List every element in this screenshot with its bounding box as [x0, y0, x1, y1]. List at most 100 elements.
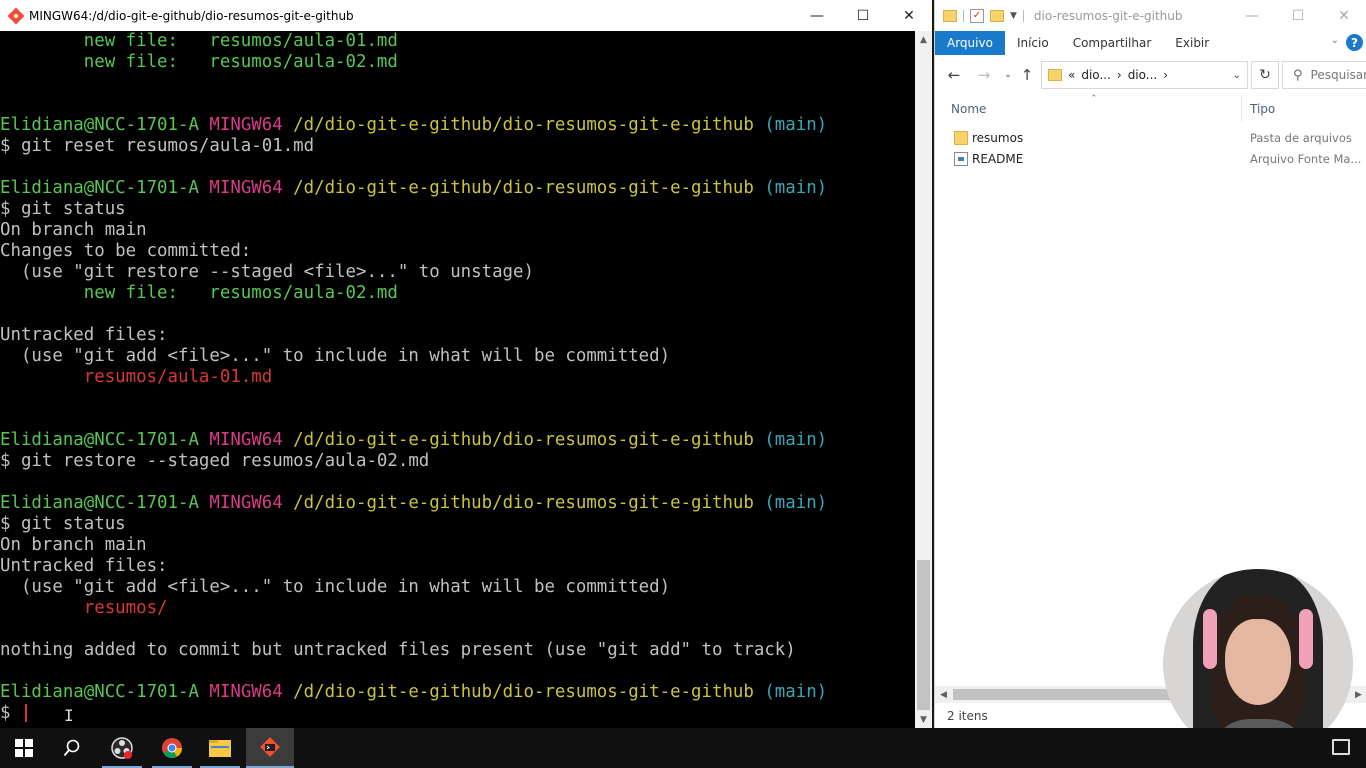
- terminal-text: Untracked files:: [0, 556, 168, 576]
- refresh-icon[interactable]: ↻: [1251, 61, 1279, 89]
- scroll-up-icon[interactable]: ▲: [915, 31, 932, 48]
- terminal-window[interactable]: MINGW64:/d/dio-git-e-github/dio-resumos-…: [0, 0, 932, 728]
- terminal-output[interactable]: new file: resumos/aula-01.md new file: r…: [0, 31, 915, 728]
- explorer-title-bar[interactable]: ✓ ▼ dio-resumos-git-e-github — ☐ ✕: [935, 0, 1366, 31]
- terminal-scrollbar[interactable]: ▲ ▼: [915, 31, 932, 728]
- forward-icon[interactable]: →: [973, 64, 995, 86]
- tab-exibir[interactable]: Exibir: [1163, 31, 1221, 55]
- horizontal-scroll-thumb[interactable]: [953, 689, 1193, 700]
- terminal-line: $ git status: [0, 199, 915, 220]
- terminal-line: resumos/aula-01.md: [0, 367, 915, 388]
- terminal-line: Changes to be committed:: [0, 241, 915, 262]
- terminal-text: $ git status: [0, 514, 126, 534]
- back-icon[interactable]: ←: [943, 64, 965, 86]
- folder-icon: [954, 131, 968, 145]
- column-header-type[interactable]: Tipo: [1250, 102, 1275, 116]
- item-type: Arquivo Fonte Ma...: [1250, 152, 1362, 166]
- taskbar-git-bash[interactable]: [246, 728, 294, 768]
- terminal-text: MINGW64: [209, 178, 294, 198]
- close-button[interactable]: ✕: [1321, 0, 1366, 31]
- notifications-icon[interactable]: [1332, 739, 1350, 755]
- minimize-button[interactable]: —: [794, 0, 840, 31]
- scroll-down-icon[interactable]: ▼: [915, 711, 932, 728]
- start-button[interactable]: [0, 728, 48, 768]
- file-list: resumos Pasta de arquivos README Arquivo…: [935, 128, 1366, 170]
- taskbar-file-explorer[interactable]: [196, 728, 244, 768]
- scroll-left-icon[interactable]: ◀: [935, 686, 952, 703]
- terminal-text: resumos/: [0, 598, 168, 618]
- properties-icon[interactable]: ✓: [970, 8, 984, 23]
- terminal-text: (use "git add <file>..." to include in w…: [0, 346, 671, 366]
- start-icon: [15, 739, 33, 757]
- list-item[interactable]: resumos Pasta de arquivos: [935, 128, 1366, 149]
- git-bash-icon: [8, 7, 24, 24]
- file-explorer-icon: [209, 740, 231, 757]
- expand-ribbon-icon[interactable]: ⌄: [1331, 35, 1339, 46]
- terminal-line: Elidiana@NCC-1701-A MINGW64 /d/dio-git-e…: [0, 178, 915, 199]
- tab-compartilhar[interactable]: Compartilhar: [1061, 31, 1164, 55]
- terminal-text: /d/dio-git-e-github/dio-resumos-git-e-gi…: [293, 178, 765, 198]
- terminal-text: MINGW64: [209, 493, 294, 513]
- tab-inicio[interactable]: Início: [1005, 31, 1061, 55]
- toolbar-divider: [1022, 9, 1024, 22]
- text-cursor-icon: I: [64, 706, 74, 725]
- terminal-text: On branch main: [0, 220, 147, 240]
- terminal-title-bar[interactable]: MINGW64:/d/dio-git-e-github/dio-resumos-…: [0, 0, 932, 31]
- taskbar-obs[interactable]: [98, 728, 146, 768]
- breadcrumb-item[interactable]: dio...: [1128, 68, 1158, 82]
- terminal-line: $ git reset resumos/aula-01.md: [0, 136, 915, 157]
- terminal-line: Elidiana@NCC-1701-A MINGW64 /d/dio-git-e…: [0, 682, 915, 703]
- taskbar-chrome[interactable]: [148, 728, 196, 768]
- customize-toolbar-icon[interactable]: ▼: [1010, 11, 1017, 21]
- maximize-button[interactable]: ☐: [840, 0, 886, 31]
- item-type: Pasta de arquivos: [1250, 131, 1352, 145]
- search-input[interactable]: ⚲ Pesquisar: [1282, 61, 1366, 89]
- folder-icon: [1048, 69, 1062, 81]
- item-name: resumos: [972, 131, 1024, 145]
- tab-arquivo[interactable]: Arquivo: [935, 31, 1005, 55]
- address-dropdown-icon[interactable]: ⌄: [1233, 70, 1241, 81]
- minimize-button[interactable]: —: [1229, 0, 1275, 31]
- close-button[interactable]: ✕: [886, 0, 932, 31]
- up-icon[interactable]: ↑: [1016, 64, 1038, 86]
- breadcrumb-separator-icon[interactable]: ›: [1117, 68, 1122, 82]
- terminal-text: (main): [764, 430, 828, 450]
- scroll-right-icon[interactable]: ▶: [1350, 686, 1366, 703]
- ribbon-tabs: Arquivo Início Compartilhar Exibir ⌄ ?: [935, 31, 1366, 55]
- terminal-line: (use "git add <file>..." to include in w…: [0, 346, 915, 367]
- breadcrumb-item[interactable]: dio...: [1081, 68, 1111, 82]
- search-icon: ⚲: [1293, 67, 1303, 83]
- terminal-text: Changes to be committed:: [0, 241, 252, 261]
- address-bar[interactable]: « dio... › dio... › ⌄: [1041, 61, 1248, 89]
- terminal-text: /d/dio-git-e-github/dio-resumos-git-e-gi…: [293, 115, 765, 135]
- item-count: 2 itens: [947, 709, 988, 723]
- search-icon: [63, 739, 80, 757]
- terminal-line: On branch main: [0, 535, 915, 556]
- maximize-button[interactable]: ☐: [1275, 0, 1321, 31]
- markdown-file-icon: [954, 152, 968, 166]
- help-icon[interactable]: ?: [1346, 34, 1363, 51]
- new-folder-icon[interactable]: [990, 9, 1004, 22]
- terminal-line: $ git status: [0, 514, 915, 535]
- quick-access-toolbar: ✓ ▼: [943, 8, 1030, 23]
- terminal-text: MINGW64: [209, 430, 294, 450]
- column-divider[interactable]: [1241, 96, 1242, 122]
- list-item[interactable]: README Arquivo Fonte Ma...: [935, 149, 1366, 170]
- search-button[interactable]: [48, 728, 96, 768]
- terminal-text: Elidiana@NCC-1701-A: [0, 430, 210, 450]
- terminal-text: $ git reset resumos/aula-01.md: [0, 136, 315, 156]
- address-overflow[interactable]: «: [1068, 68, 1075, 82]
- terminal-line: new file: resumos/aula-02.md: [0, 283, 915, 304]
- breadcrumb-separator-icon[interactable]: ›: [1163, 68, 1168, 82]
- terminal-line: Elidiana@NCC-1701-A MINGW64 /d/dio-git-e…: [0, 493, 915, 514]
- terminal-line: $: [0, 703, 915, 724]
- folder-icon[interactable]: [943, 9, 957, 22]
- terminal-line: new file: resumos/aula-01.md: [0, 31, 915, 52]
- column-header-name[interactable]: Nome: [951, 102, 986, 116]
- terminal-scroll-thumb[interactable]: [917, 560, 930, 710]
- terminal-text: $ git status: [0, 199, 126, 219]
